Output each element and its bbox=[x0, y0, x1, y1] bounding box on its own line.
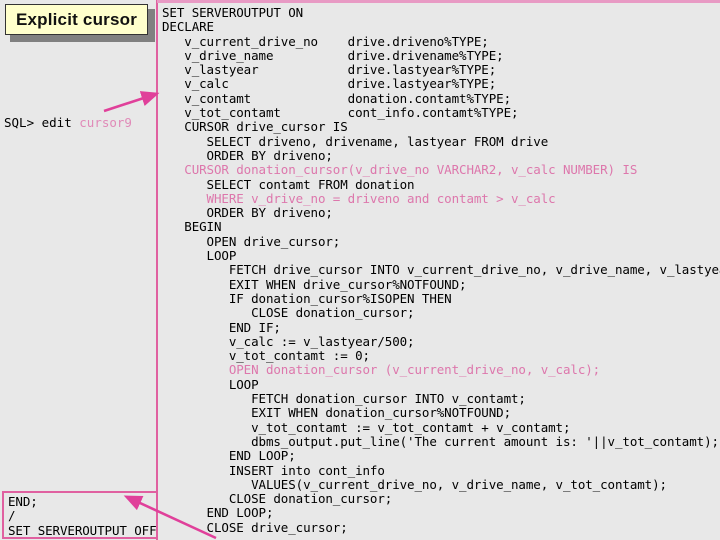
code-line: ORDER BY driveno; bbox=[162, 205, 333, 221]
code-line: END LOOP; bbox=[162, 448, 296, 464]
code-line: v_contamt donation.contamt%TYPE; bbox=[162, 90, 512, 106]
explicit-cursor-callout: Explicit cursor bbox=[5, 4, 148, 35]
code-line: dbms_output.put_line('The current amount… bbox=[162, 433, 719, 449]
code-line: v_calc drive.lastyear%TYPE; bbox=[162, 76, 497, 92]
code-line: WHERE v_drive_no = driveno and contamt >… bbox=[162, 190, 556, 206]
code-line: v_tot_contamt := 0; bbox=[162, 348, 370, 364]
code-line: ORDER BY driveno; bbox=[162, 147, 333, 163]
code-line: CURSOR drive_cursor IS bbox=[162, 119, 348, 135]
code-line: v_calc := v_lastyear/500; bbox=[162, 333, 415, 349]
code-line: CLOSE donation_cursor; bbox=[162, 305, 415, 321]
end-box-line: SET SERVEROUTPUT OFF bbox=[8, 522, 157, 538]
code-line: BEGIN bbox=[162, 219, 222, 235]
code-line: INSERT into cont_info bbox=[162, 462, 385, 478]
code-line: LOOP bbox=[162, 248, 237, 264]
end-box-line: / bbox=[8, 508, 16, 524]
end-box-line: END; bbox=[8, 494, 38, 509]
code-line: VALUES(v_current_drive_no, v_drive_name,… bbox=[162, 476, 667, 492]
code-line: FETCH drive_cursor INTO v_current_drive_… bbox=[162, 262, 720, 278]
code-line: SET SERVEROUTPUT ON bbox=[162, 5, 304, 20]
code-line: LOOP bbox=[162, 376, 259, 392]
code-line: SELECT driveno, drivename, lastyear FROM… bbox=[162, 133, 549, 149]
sql-prompt-line: SQL> edit cursor9 bbox=[4, 116, 132, 130]
code-line: DECLARE bbox=[162, 19, 214, 35]
code-line: v_drive_name drive.drivename%TYPE; bbox=[162, 47, 504, 63]
code-line: v_current_drive_no drive.driveno%TYPE; bbox=[162, 33, 489, 49]
code-line: OPEN donation_cursor (v_current_drive_no… bbox=[162, 362, 601, 378]
code-line: OPEN drive_cursor; bbox=[162, 233, 341, 249]
code-line: IF donation_cursor%ISOPEN THEN bbox=[162, 290, 452, 306]
code-line: SELECT contamt FROM donation bbox=[162, 176, 415, 192]
sql-prompt-command: SQL> edit bbox=[4, 115, 80, 130]
callout-title: Explicit cursor bbox=[15, 9, 138, 29]
code-line: CLOSE donation_cursor; bbox=[162, 491, 393, 507]
left-panel: Explicit cursor SQL> edit cursor9 END; / S… bbox=[0, 0, 158, 540]
code-line: END IF; bbox=[162, 319, 281, 335]
code-line: EXIT WHEN drive_cursor%NOTFOUND; bbox=[162, 276, 467, 292]
slide-canvas: Explicit cursor SQL> edit cursor9 END; / S… bbox=[0, 0, 720, 540]
sql-prompt-filename: cursor9 bbox=[79, 115, 132, 130]
code-line: v_lastyear drive.lastyear%TYPE; bbox=[162, 62, 497, 78]
sql-code-panel: SET SERVEROUTPUT ON DECLARE v_current_dri… bbox=[157, 0, 720, 540]
code-line: FETCH donation_cursor INTO v_contamt; bbox=[162, 391, 526, 407]
code-line: v_tot_contamt := v_tot_contamt + v_conta… bbox=[162, 419, 571, 435]
code-line: END LOOP; bbox=[162, 505, 274, 521]
end-script-box: END; / SET SERVEROUTPUT OFF bbox=[2, 491, 158, 539]
code-line: CURSOR donation_cursor(v_drive_no VARCHA… bbox=[162, 162, 638, 178]
code-line: v_tot_contamt cont_info.contamt%TYPE; bbox=[162, 105, 519, 121]
code-line: CLOSE drive_cursor; bbox=[162, 519, 348, 535]
code-line: EXIT WHEN donation_cursor%NOTFOUND; bbox=[162, 405, 512, 421]
